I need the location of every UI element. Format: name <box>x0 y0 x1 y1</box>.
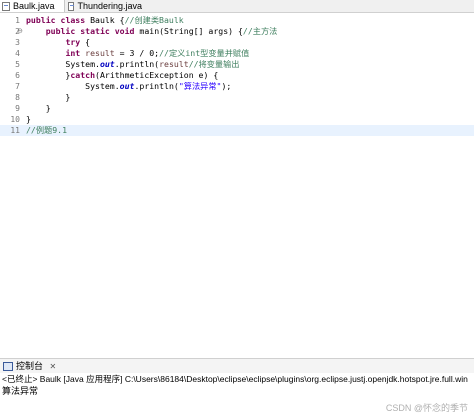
close-icon[interactable]: ✕ <box>50 362 57 371</box>
code-editor[interactable]: 1 public class Baulk {//创建类Baulk 2 ⊖ public… <box>0 13 474 353</box>
line-number: 3 <box>15 38 20 47</box>
code-token: //将变量输出 <box>188 59 240 69</box>
watermark: CSDN @怀念的季节 <box>385 403 468 413</box>
code-text: public class Baulk {//创建类Baulk <box>26 15 184 26</box>
code-token: (ArithmeticException e) { <box>95 70 219 80</box>
line-number: 9 <box>15 104 20 113</box>
line-number: 5 <box>15 60 20 69</box>
code-token: } <box>26 92 71 102</box>
line-number: 7 <box>15 82 20 91</box>
code-token: System. <box>26 59 100 69</box>
code-text: try { <box>26 37 90 48</box>
code-token: "算法异常" <box>178 81 222 91</box>
tab-thundering-java[interactable]: Thundering.java <box>66 0 146 12</box>
code-line[interactable]: 6 }catch(ArithmeticException e) { <box>0 70 474 81</box>
code-line[interactable]: 8 } <box>0 92 474 103</box>
code-line[interactable]: 4 int result = 3 / 0;//定义int型变量并赋值 <box>0 48 474 59</box>
code-text: }catch(ArithmeticException e) { <box>26 70 218 81</box>
line-number: 6 <box>15 71 20 80</box>
code-line[interactable]: 1 public class Baulk {//创建类Baulk <box>0 15 474 26</box>
code-token: = 3 / 0; <box>114 48 160 58</box>
code-text: } <box>26 92 70 103</box>
console-status-line: <已终止> Baulk [Java 应用程序] C:\Users\86184\D… <box>2 374 468 384</box>
code-token: out <box>99 59 115 69</box>
tab-label: Thundering.java <box>77 1 142 11</box>
code-line[interactable]: 7 System.out.println("算法异常"); <box>0 81 474 92</box>
code-line[interactable]: 5 System.out.println(result//将变量输出 <box>0 59 474 70</box>
line-number: 8 <box>15 93 20 102</box>
code-token: } <box>26 114 31 124</box>
code-text: public static void main(String[] args) {… <box>26 26 278 37</box>
code-token: class <box>60 15 91 25</box>
code-text: //例题9.1 <box>26 125 67 136</box>
line-number: 11 <box>10 126 20 135</box>
code-text: } <box>26 114 31 125</box>
code-line[interactable]: 3 try { <box>0 37 474 48</box>
line-number: 1 <box>15 16 20 25</box>
code-token: void <box>114 26 140 36</box>
code-line[interactable]: 2 ⊖ public static void main(String[] args… <box>0 26 474 37</box>
line-number: 4 <box>15 49 20 58</box>
code-token: static <box>80 26 115 36</box>
code-token: public <box>26 15 61 25</box>
code-line[interactable]: 10} <box>0 114 474 125</box>
line-number: 10 <box>10 115 20 124</box>
code-token: try <box>65 37 81 47</box>
code-token: out <box>119 81 135 91</box>
editor-tab-bar: Baulk.java Thundering.java <box>0 0 474 13</box>
code-token: result <box>85 48 115 58</box>
code-token: public <box>45 26 81 36</box>
code-token: Baulk { <box>90 15 125 25</box>
code-text: } <box>26 103 51 114</box>
code-token: .println( <box>134 81 179 91</box>
java-file-icon <box>68 1 75 11</box>
code-token: result <box>159 59 189 69</box>
code-token: catch <box>70 70 96 80</box>
code-token: //定义int型变量并赋值 <box>159 48 250 58</box>
code-text: System.out.println(result//将变量输出 <box>26 59 240 70</box>
console-tab-label: 控制台 <box>16 361 44 371</box>
console-tab[interactable]: 控制台 ✕ <box>0 358 474 373</box>
code-text: System.out.println("算法异常"); <box>26 81 231 92</box>
code-token: } <box>26 103 51 113</box>
code-token: { <box>80 37 91 47</box>
tab-label: Baulk.java <box>13 1 55 11</box>
console-output: 算法异常 <box>2 386 39 396</box>
tab-baulk-java[interactable]: Baulk.java <box>0 0 65 12</box>
code-token: } <box>26 70 71 80</box>
code-token: int <box>65 48 86 58</box>
console-icon <box>3 362 13 372</box>
code-token: ); <box>221 81 232 91</box>
code-line[interactable]: 9 } <box>0 103 474 114</box>
code-text: int result = 3 / 0;//定义int型变量并赋值 <box>26 48 249 59</box>
code-token: //例题9.1 <box>26 125 68 135</box>
code-token: main(String[] args) { <box>139 26 243 36</box>
code-token: //创建类Baulk <box>124 15 184 25</box>
code-token: .println( <box>114 59 160 69</box>
code-token: System. <box>26 81 120 91</box>
java-file-icon <box>2 1 10 11</box>
fold-icon[interactable]: ⊖ <box>17 26 23 37</box>
code-line[interactable]: 11 //例题9.1 <box>0 125 474 136</box>
code-token: //主方法 <box>242 26 278 36</box>
